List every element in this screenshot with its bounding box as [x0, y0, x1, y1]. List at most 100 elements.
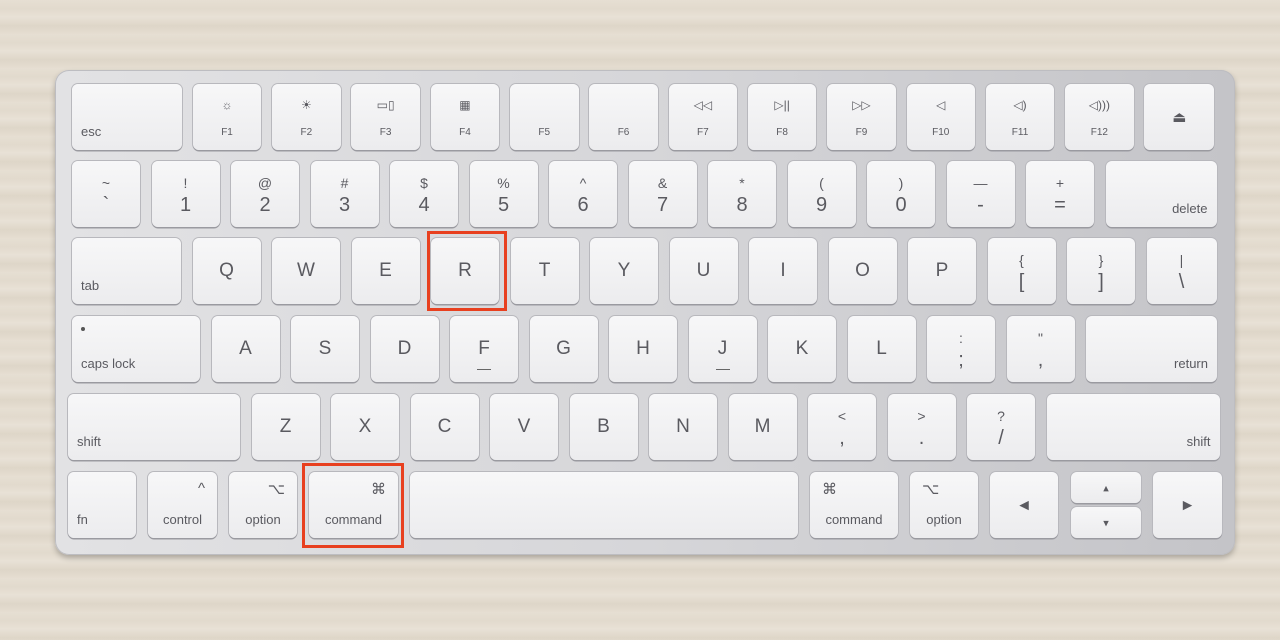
key-9[interactable]: (9: [787, 161, 856, 227]
key-f5[interactable]: F5: [510, 84, 579, 150]
key-space[interactable]: >.: [887, 394, 956, 460]
key-space[interactable]: {[: [987, 238, 1056, 304]
key-space[interactable]: ▸: [1153, 472, 1222, 538]
key-shift-legend: +: [1055, 175, 1065, 191]
key-shift-legend: ": [1038, 330, 1043, 346]
key-f9[interactable]: ▷▷ F9: [827, 84, 896, 150]
key-f8[interactable]: ▷|| F8: [747, 84, 817, 150]
key-delete[interactable]: delete: [1105, 161, 1217, 227]
key-shift[interactable]: shift: [68, 394, 240, 460]
caps-lock-indicator: [81, 327, 85, 331]
key-space[interactable]: ◂: [990, 472, 1058, 538]
key-4[interactable]: $4: [390, 161, 458, 227]
function-label: F9: [855, 127, 868, 138]
key-y[interactable]: Y: [590, 238, 658, 304]
key-command[interactable]: command ⌘: [810, 472, 898, 538]
key-f11[interactable]: ◁) F11: [985, 84, 1055, 150]
key-l[interactable]: L: [847, 316, 916, 382]
key-n[interactable]: N: [649, 394, 717, 460]
key-7[interactable]: & 7: [628, 161, 697, 227]
key-f12[interactable]: ◁))) F12: [1065, 84, 1134, 150]
function-label: F11: [1011, 127, 1029, 138]
key-e[interactable]: E: [351, 238, 420, 304]
key-f10[interactable]: ◁ F10: [906, 84, 975, 150]
key-legend: D: [397, 338, 412, 359]
key-3[interactable]: #3: [310, 161, 379, 227]
key-shift[interactable]: shift: [1046, 394, 1220, 460]
key-t[interactable]: T: [510, 238, 579, 304]
key-shift-legend: ^: [579, 175, 587, 191]
key-option[interactable]: option ⌥: [910, 472, 978, 538]
key-option[interactable]: option ⌥: [229, 472, 297, 538]
key-fn[interactable]: fn: [68, 472, 136, 538]
key-g[interactable]: G: [529, 316, 598, 382]
key-shift-legend: ~: [101, 175, 111, 191]
key-return[interactable]: return: [1086, 316, 1217, 382]
key-8[interactable]: * 8: [708, 161, 776, 227]
key-legend: .: [918, 427, 925, 449]
key-2[interactable]: @2: [231, 161, 299, 227]
key-space[interactable]: <,: [808, 394, 876, 460]
key-z[interactable]: Z: [251, 394, 320, 460]
key-esc[interactable]: esc: [72, 84, 182, 150]
key-f7[interactable]: ◁◁ F7: [668, 84, 738, 150]
key-tab[interactable]: tab: [72, 238, 181, 304]
key-o[interactable]: O: [828, 238, 897, 304]
key-u[interactable]: U: [669, 238, 738, 304]
key-legend: ◂: [1019, 494, 1029, 516]
key-space[interactable]: + =: [1026, 161, 1094, 227]
key-x[interactable]: X: [331, 394, 399, 460]
key-space[interactable]: ▴: [1071, 472, 1141, 503]
key-legend: Q: [219, 260, 234, 281]
key-space[interactable]: :;: [927, 316, 995, 382]
key-space[interactable]: ",: [1006, 316, 1075, 382]
key-s[interactable]: S: [291, 316, 359, 382]
key-legend: \: [1178, 271, 1185, 293]
key-j[interactable]: J: [688, 316, 757, 382]
key-space[interactable]: | \: [1146, 238, 1217, 304]
key-legend: ,: [839, 427, 845, 449]
key-space[interactable]: }]: [1067, 238, 1135, 304]
key-label: caps lock: [81, 356, 136, 371]
highlight-command-key: [302, 463, 404, 548]
function-label: F6: [617, 127, 630, 138]
key-capslock[interactable]: caps lock: [72, 316, 200, 382]
key-f[interactable]: F: [450, 316, 518, 382]
key-h[interactable]: H: [609, 316, 677, 382]
key-space[interactable]: ? /: [967, 394, 1035, 460]
key-f2[interactable]: ☀ F2: [272, 84, 341, 150]
function-label: F2: [300, 127, 313, 138]
key-legend: L: [876, 338, 887, 359]
key-v[interactable]: V: [490, 394, 558, 460]
key-c[interactable]: C: [410, 394, 479, 460]
key-ejecticon[interactable]: ⏏: [1144, 84, 1215, 150]
key-space[interactable]: ▾: [1071, 507, 1141, 538]
key-w[interactable]: W: [272, 238, 340, 304]
key-6[interactable]: ^ 6: [549, 161, 617, 227]
key-a[interactable]: A: [211, 316, 280, 382]
key-shift-legend: >: [917, 408, 926, 424]
key-5[interactable]: % 5: [469, 161, 538, 227]
key-q[interactable]: Q: [192, 238, 261, 304]
key-f6[interactable]: F6: [589, 84, 658, 150]
key-f1[interactable]: ☼ F1: [192, 84, 262, 150]
key-control[interactable]: control ^: [148, 472, 217, 538]
key-legend: ▾: [1103, 517, 1109, 529]
key-space[interactable]: — -: [946, 161, 1015, 227]
mission-control-icon: ▭▯: [376, 98, 395, 112]
key-0[interactable]: ) 0: [867, 161, 935, 227]
key-space[interactable]: ~ `: [72, 161, 140, 227]
key-space[interactable]: [410, 472, 798, 538]
key-p[interactable]: P: [908, 238, 976, 304]
key-f3[interactable]: ▭▯ F3: [351, 84, 420, 150]
key-i[interactable]: I: [749, 238, 817, 304]
key-legend: H: [636, 338, 650, 359]
key-k[interactable]: K: [768, 316, 836, 382]
key-d[interactable]: D: [370, 316, 439, 382]
key-b[interactable]: B: [569, 394, 638, 460]
key-legend: J: [717, 338, 728, 359]
key-1[interactable]: ! 1: [151, 161, 220, 227]
key-m[interactable]: M: [728, 394, 797, 460]
key-f4[interactable]: ▦ F4: [430, 84, 500, 150]
key-label: esc: [81, 124, 102, 139]
